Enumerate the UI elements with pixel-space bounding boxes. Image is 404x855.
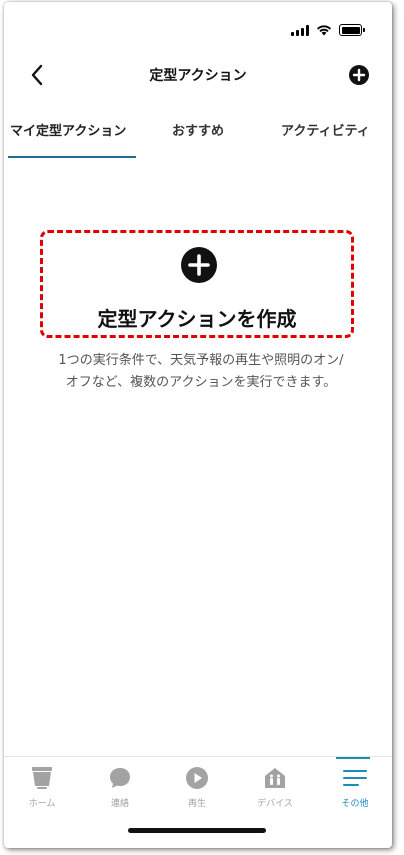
add-routine-header-button[interactable] [348,64,370,86]
status-icons [291,24,365,36]
nav-label: 再生 [187,799,206,809]
nav-home[interactable]: ホーム [12,765,72,809]
create-routine-description: 1つの実行条件で、天気予報の再生や照明のオン/ オフなど、複数のアクションを実行… [22,350,380,394]
page-title: 定型アクション [149,68,247,84]
home-indicator [128,828,266,833]
phone-screen: 定型アクション マイ定型アクション おすすめ アクティビティ 定型アクションを作… [4,2,392,848]
tab-recommended[interactable]: おすすめ [172,120,224,139]
plus-circle-icon [349,65,369,85]
nav-contact[interactable]: 連絡 [90,765,150,809]
plus-circle-icon [181,247,217,283]
chat-bubble-icon [110,768,130,788]
description-line: オフなど、複数のアクションを実行できます。 [65,375,337,390]
nav-play[interactable]: 再生 [167,765,227,809]
wifi-icon [317,25,331,36]
screenshot-frame: 定型アクション マイ定型アクション おすすめ アクティビティ 定型アクションを作… [0,0,404,855]
nav-label: その他 [341,799,369,809]
nav-label: デバイス [257,799,293,809]
nav-label: ホーム [28,799,56,809]
signal-icon [291,24,309,36]
battery-icon [339,24,365,36]
home-icon [32,767,52,789]
active-tab-indicator [8,156,136,158]
bottom-navigation: ホーム 連絡 再生 デバイス その他 [4,756,392,814]
create-routine-button[interactable]: 定型アクションを作成 [40,230,354,338]
nav-label: 連絡 [110,799,129,809]
header-bar: 定型アクション [4,52,392,96]
tab-activity[interactable]: アクティビティ [281,120,370,139]
tab-my-routines[interactable]: マイ定型アクション [10,120,126,139]
tab-bar: マイ定型アクション おすすめ アクティビティ [4,110,392,160]
active-nav-indicator [336,757,370,759]
play-icon [186,767,208,789]
description-line: 1つの実行条件で、天気予報の再生や照明のオン/ [58,353,344,368]
nav-more[interactable]: その他 [325,765,385,809]
create-routine-label: 定型アクションを作成 [97,307,297,331]
menu-lines-icon [343,770,367,786]
nav-device[interactable]: デバイス [245,765,305,809]
status-bar [4,2,392,46]
device-icon [265,768,285,788]
